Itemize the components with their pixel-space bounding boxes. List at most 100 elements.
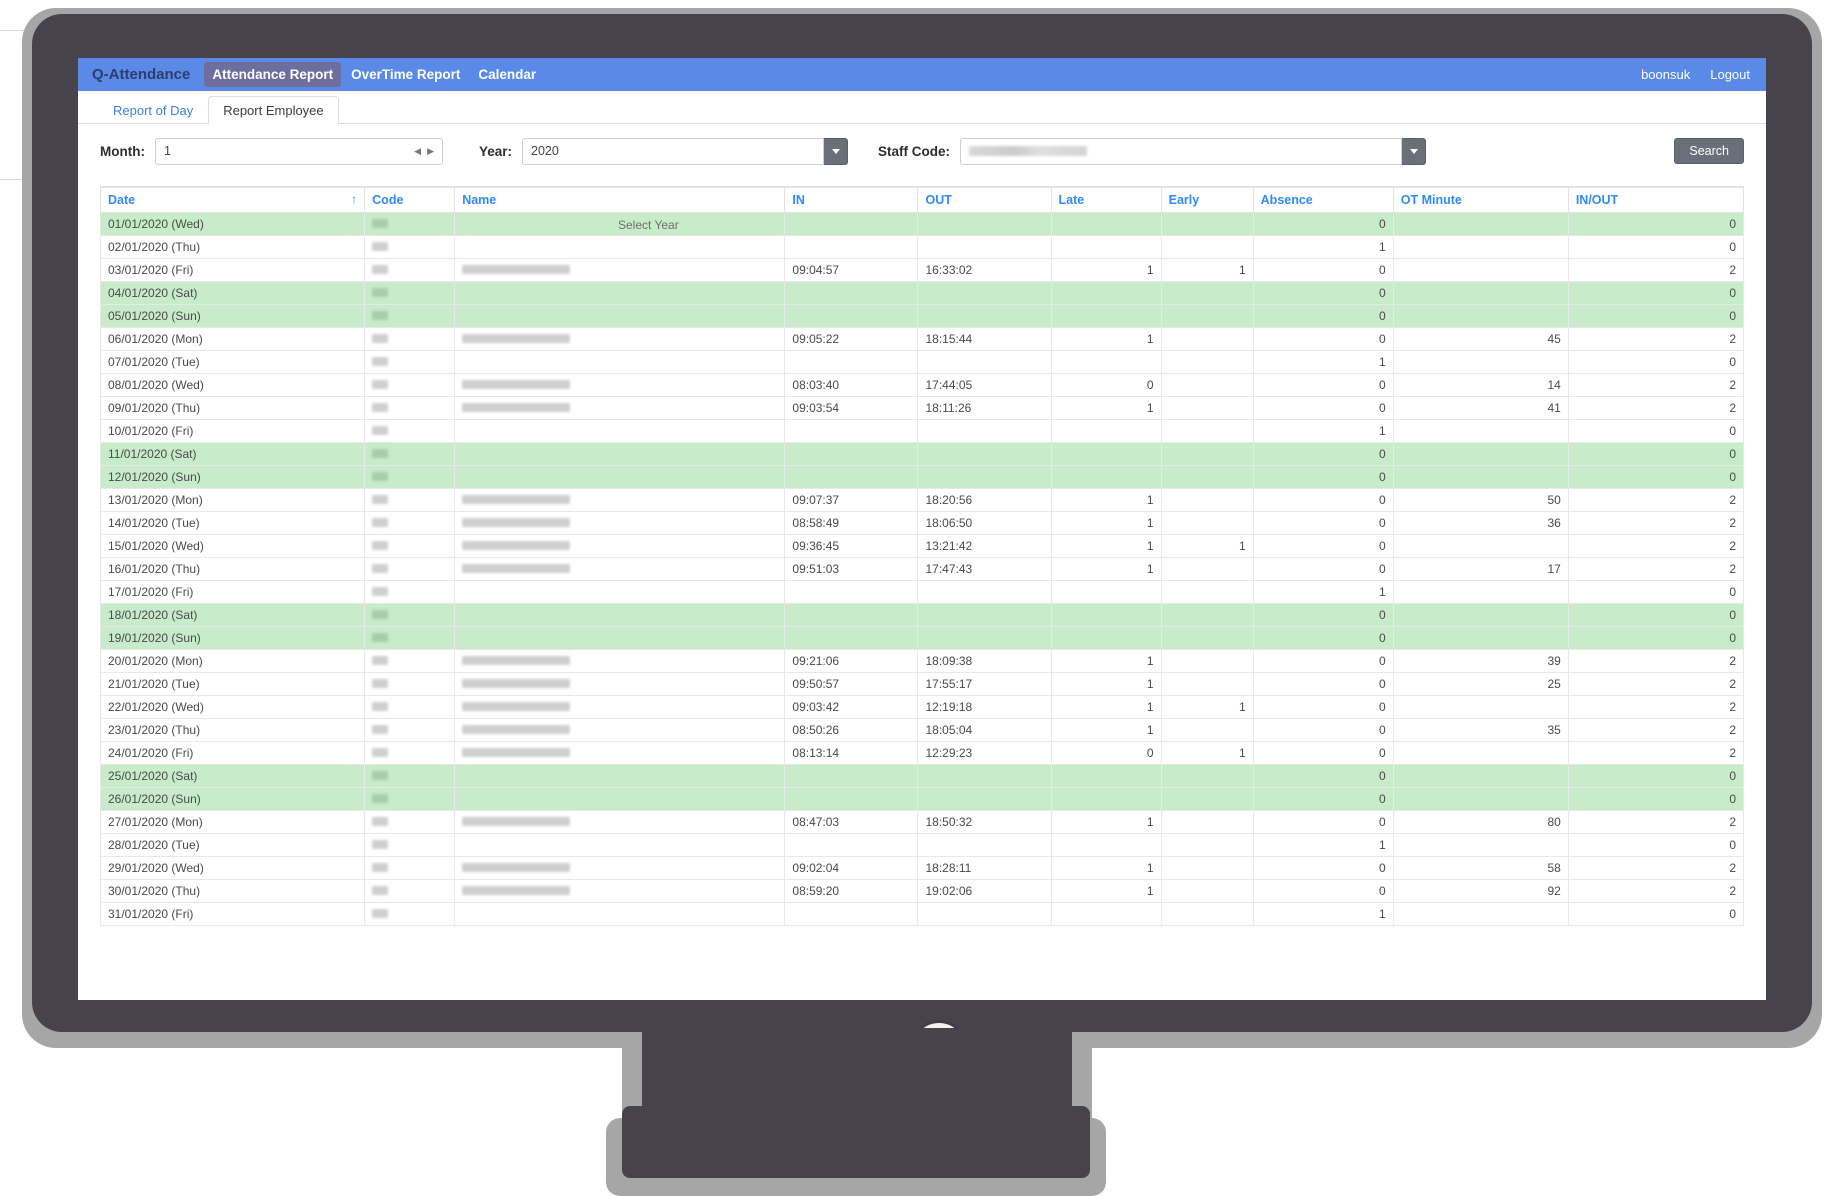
table-row[interactable]: 15/01/2020 (Wed) 09:36:45 13:21:42 1 1 0 2 (99, 534, 1745, 558)
month-input[interactable]: 1 ◀ ▶ (154, 137, 443, 165)
cell-name (454, 695, 786, 719)
table-row[interactable]: 12/01/2020 (Sun) 0 0 (99, 465, 1745, 489)
cell-absence: 1 (1252, 580, 1394, 604)
table-row[interactable]: 01/01/2020 (Wed) 0 0 (99, 212, 1745, 236)
cell-late: 1 (1050, 258, 1162, 282)
cell-code (364, 557, 456, 581)
cell-code (364, 718, 456, 742)
column-header-late[interactable]: Late (1050, 186, 1162, 213)
table-row[interactable]: 29/01/2020 (Wed) 09:02:04 18:28:11 1 0 58 2 (99, 856, 1745, 880)
cell-early (1160, 557, 1254, 581)
cell-absence: 0 (1252, 810, 1394, 834)
month-spinner-icons[interactable]: ◀ ▶ (414, 146, 434, 157)
column-header-out[interactable]: OUT (917, 186, 1052, 213)
logout-link[interactable]: Logout (1710, 67, 1750, 82)
cell-ot-minute (1392, 695, 1569, 719)
cell-code (364, 764, 456, 788)
cell-date: 10/01/2020 (Fri) (99, 419, 366, 443)
cell-code (364, 879, 456, 903)
brand-logo[interactable]: Q-Attendance (92, 66, 190, 83)
table-row[interactable]: 05/01/2020 (Sun) 0 0 (99, 304, 1745, 328)
table-row[interactable]: 26/01/2020 (Sun) 0 0 (99, 787, 1745, 811)
nav-link-attendance-report[interactable]: Attendance Report (204, 62, 342, 87)
table-row[interactable]: 09/01/2020 (Thu) 09:03:54 18:11:26 1 0 41 2 (99, 396, 1745, 420)
staff-code-input[interactable] (960, 137, 1403, 165)
column-header-date[interactable]: Date ↑ (99, 186, 366, 213)
table-row[interactable]: 13/01/2020 (Mon) 09:07:37 18:20:56 1 0 50 2 (99, 488, 1745, 512)
cell-name-redacted (462, 265, 571, 274)
cell-absence: 0 (1252, 327, 1394, 351)
table-row[interactable]: 02/01/2020 (Thu) 1 0 (99, 235, 1745, 259)
table-row[interactable]: 30/01/2020 (Thu) 08:59:20 19:02:06 1 0 92 2 (99, 879, 1745, 903)
table-row[interactable]: 14/01/2020 (Tue) 08:58:49 18:06:50 1 0 36 2 (99, 511, 1745, 535)
cell-name (454, 557, 786, 581)
cell-ot-minute: 80 (1392, 810, 1569, 834)
cell-early (1160, 235, 1254, 259)
table-row[interactable]: 07/01/2020 (Tue) 1 0 (99, 350, 1745, 374)
table-row[interactable]: 28/01/2020 (Tue) 1 0 (99, 833, 1745, 857)
current-user-label[interactable]: boonsuk (1641, 67, 1690, 82)
table-row[interactable]: 22/01/2020 (Wed) 09:03:42 12:19:18 1 1 0 2 (99, 695, 1745, 719)
table-row[interactable]: 31/01/2020 (Fri) 1 0 (99, 902, 1745, 926)
column-header-code[interactable]: Code (364, 186, 456, 213)
column-header-name[interactable]: Name (454, 186, 786, 213)
cell-in: 08:50:26 (784, 718, 919, 742)
cell-code (364, 373, 456, 397)
cell-date: 01/01/2020 (Wed) (99, 212, 366, 236)
table-row[interactable]: 04/01/2020 (Sat) 0 0 (99, 281, 1745, 305)
nav-link-calendar[interactable]: Calendar (470, 62, 544, 87)
monitor-screen: Q-Attendance Attendance Report OverTime … (78, 58, 1766, 1000)
table-row[interactable]: 27/01/2020 (Mon) 08:47:03 18:50:32 1 0 80 2 (99, 810, 1745, 834)
cell-out: 18:15:44 (917, 327, 1052, 351)
sort-ascending-icon[interactable]: ↑ (351, 193, 357, 205)
table-row[interactable]: 08/01/2020 (Wed) 08:03:40 17:44:05 0 0 14 2 (99, 373, 1745, 397)
cell-early (1160, 488, 1254, 512)
chevron-left-icon[interactable]: ◀ (414, 146, 421, 157)
cell-in: 08:59:20 (784, 879, 919, 903)
cell-out (917, 833, 1052, 857)
table-row[interactable]: 20/01/2020 (Mon) 09:21:06 18:09:38 1 0 39 2 (99, 649, 1745, 673)
tab-report-employee[interactable]: Report Employee (208, 95, 339, 124)
year-input[interactable]: 2020 (522, 137, 825, 165)
table-row[interactable]: 25/01/2020 (Sat) 0 0 (99, 764, 1745, 788)
table-row[interactable]: 11/01/2020 (Sat) 0 0 (99, 442, 1745, 466)
cell-code (364, 741, 456, 765)
cell-code-redacted (372, 449, 389, 458)
cell-ot-minute: 14 (1392, 373, 1569, 397)
table-row[interactable]: 17/01/2020 (Fri) 1 0 (99, 580, 1745, 604)
cell-name (454, 511, 786, 535)
table-row[interactable]: 19/01/2020 (Sun) 0 0 (99, 626, 1745, 650)
cell-name (454, 235, 786, 259)
cell-out (917, 465, 1052, 489)
column-header-in[interactable]: IN (784, 186, 919, 213)
table-row[interactable]: 23/01/2020 (Thu) 08:50:26 18:05:04 1 0 35 2 (99, 718, 1745, 742)
cell-date: 20/01/2020 (Mon) (99, 649, 366, 673)
column-header-absence[interactable]: Absence (1252, 186, 1394, 213)
cell-absence: 0 (1252, 879, 1394, 903)
tab-report-of-day[interactable]: Report of Day (98, 96, 208, 124)
cell-out (917, 350, 1052, 374)
table-row[interactable]: 10/01/2020 (Fri) 1 0 (99, 419, 1745, 443)
table-row[interactable]: 03/01/2020 (Fri) 09:04:57 16:33:02 1 1 0 2 (99, 258, 1745, 282)
cell-absence: 0 (1252, 304, 1394, 328)
table-row[interactable]: 24/01/2020 (Fri) 08:13:14 12:29:23 0 1 0 2 (99, 741, 1745, 765)
cell-early: 1 (1160, 534, 1254, 558)
table-row[interactable]: 16/01/2020 (Thu) 09:51:03 17:47:43 1 0 17 2 (99, 557, 1745, 581)
column-header-in-out[interactable]: IN/OUT (1567, 186, 1745, 213)
column-header-early[interactable]: Early (1160, 186, 1254, 213)
year-dropdown-button[interactable] (824, 137, 849, 165)
chevron-right-icon[interactable]: ▶ (427, 146, 434, 157)
cell-code-redacted (372, 311, 389, 320)
column-header-ot-minute[interactable]: OT Minute (1392, 186, 1569, 213)
staff-code-label: Staff Code: (878, 143, 951, 159)
search-button[interactable]: Search (1674, 138, 1744, 164)
staff-code-dropdown-button[interactable] (1402, 137, 1427, 165)
cell-in-out: 0 (1567, 833, 1745, 857)
nav-link-overtime-report[interactable]: OverTime Report (343, 62, 468, 87)
table-row[interactable]: 18/01/2020 (Sat) 0 0 (99, 603, 1745, 627)
table-row[interactable]: 21/01/2020 (Tue) 09:50:57 17:55:17 1 0 25 2 (99, 672, 1745, 696)
cell-name-redacted (462, 403, 571, 412)
cell-in (784, 465, 919, 489)
table-row[interactable]: 06/01/2020 (Mon) 09:05:22 18:15:44 1 0 45 2 (99, 327, 1745, 351)
cell-early (1160, 580, 1254, 604)
